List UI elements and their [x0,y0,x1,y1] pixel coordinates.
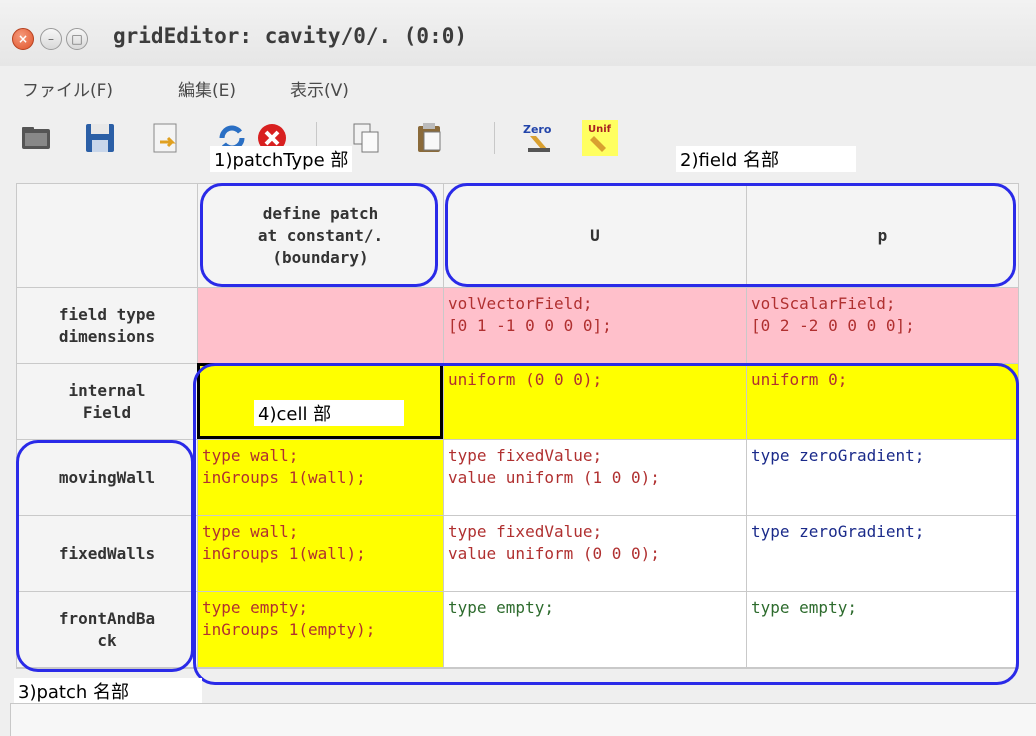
window-title: gridEditor: cavity/0/. (0:0) [113,24,468,48]
paste-icon[interactable] [412,120,448,156]
save-icon[interactable] [82,120,118,156]
minimize-window-button[interactable]: – [40,28,62,50]
cell-define-field-type[interactable] [198,288,444,364]
annotation-field-name: 2)field 名部 [676,146,856,172]
cell-U-frontAndBack[interactable]: type empty; [444,592,747,668]
cell-define-fixedWalls[interactable]: type wall; inGroups 1(wall); [198,516,444,592]
row-label-fixedWalls[interactable]: fixedWalls [17,516,198,592]
title-bar: × – □ gridEditor: cavity/0/. (0:0) [0,0,1036,66]
annotation-patch-type: 1)patchType 部 [210,146,353,172]
row-label-frontAndBack[interactable]: frontAndBa ck [17,592,198,668]
close-window-button[interactable]: × [12,28,34,50]
header-U[interactable]: U [444,184,747,288]
cell-U-field-type[interactable]: volVectorField; [0 1 -1 0 0 0 0]; [444,288,747,364]
cell-U-movingWall[interactable]: type fixedValue; value uniform (1 0 0); [444,440,747,516]
cell-U-internal-field[interactable]: uniform (0 0 0); [444,364,747,440]
header-define-patch[interactable]: define patch at constant/. (boundary) [198,184,444,288]
menu-bar: ファイル(F) 編集(E) 表示(V) [0,68,1036,108]
cell-p-field-type[interactable]: volScalarField; [0 2 -2 0 0 0 0]; [747,288,1019,364]
maximize-window-button[interactable]: □ [66,28,88,50]
cell-p-fixedWalls[interactable]: type zeroGradient; [747,516,1019,592]
corner-header [17,184,198,288]
annotation-cell: 4)cell 部 [254,400,404,426]
grid-table: define patch at constant/. (boundary) U … [16,183,1019,669]
svg-text:Zero: Zero [523,123,552,136]
cell-U-fixedWalls[interactable]: type fixedValue; value uniform (0 0 0); [444,516,747,592]
grid-editor-window: × – □ gridEditor: cavity/0/. (0:0) ファイル(… [0,0,1036,736]
cell-define-frontAndBack[interactable]: type empty; inGroups 1(empty); [198,592,444,668]
cell-p-frontAndBack[interactable]: type empty; [747,592,1019,668]
row-label-movingWall[interactable]: movingWall [17,440,198,516]
menu-edit[interactable]: 編集(E) [178,76,236,101]
annotation-patch-name: 3)patch 名部 [14,678,202,704]
toolbar: Zero Unif [0,108,1036,170]
uniform-icon[interactable]: Unif [582,120,618,156]
export-icon[interactable] [148,120,184,156]
row-label-field-type[interactable]: field type dimensions [17,288,198,364]
open-icon[interactable] [18,120,54,156]
menu-file[interactable]: ファイル(F) [22,76,113,101]
row-label-internal-field[interactable]: internal Field [17,364,198,440]
header-p[interactable]: p [747,184,1019,288]
copy-icon[interactable] [348,120,384,156]
toolbar-separator [494,122,495,154]
zero-icon[interactable]: Zero [520,120,556,156]
status-bar [10,703,1036,736]
svg-text:Unif: Unif [588,124,612,135]
cell-p-internal-field[interactable]: uniform 0; [747,364,1019,440]
menu-view[interactable]: 表示(V) [290,76,349,101]
cell-define-movingWall[interactable]: type wall; inGroups 1(wall); [198,440,444,516]
cell-p-movingWall[interactable]: type zeroGradient; [747,440,1019,516]
